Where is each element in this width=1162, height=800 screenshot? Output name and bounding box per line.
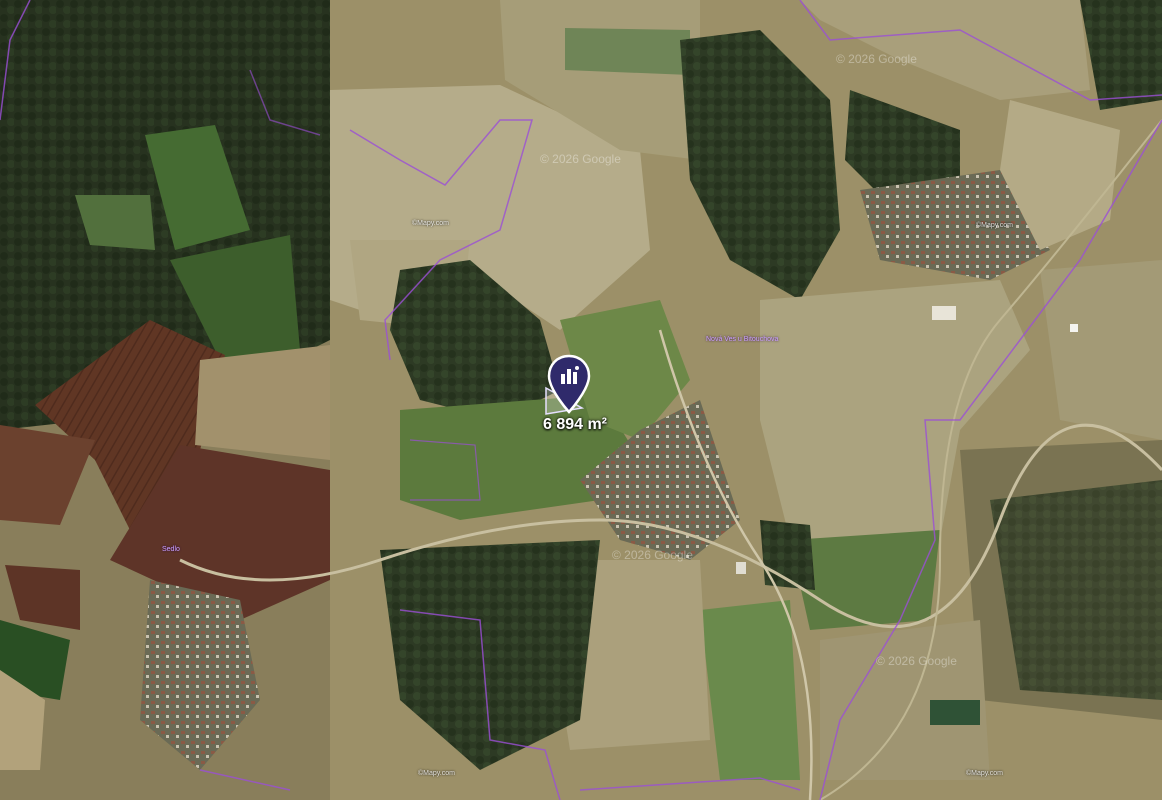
map-watermark: © 2026 Google	[876, 654, 957, 668]
map-watermark: © 2026 Google	[836, 52, 917, 66]
place-label[interactable]: Nová Ves u Bitouchova	[706, 336, 778, 343]
place-label[interactable]: Sedlo	[162, 546, 180, 553]
provider-mark: ©Mapy.com	[412, 220, 449, 227]
provider-mark: ©Mapy.com	[418, 770, 455, 777]
map-pin-building-icon	[547, 354, 591, 414]
provider-mark: ©Mapy.com	[966, 770, 1003, 777]
provider-mark: ©Mapy.com	[976, 222, 1013, 229]
property-marker[interactable]	[546, 354, 592, 418]
map-watermark: © 2026 Google	[540, 152, 621, 166]
parcel-area-label: 6 894 m²	[542, 416, 608, 433]
satellite-map[interactable]: © 2026 Google © 2026 Google © 2026 Googl…	[0, 0, 1162, 800]
map-watermark: © 2026 Google	[612, 548, 693, 562]
